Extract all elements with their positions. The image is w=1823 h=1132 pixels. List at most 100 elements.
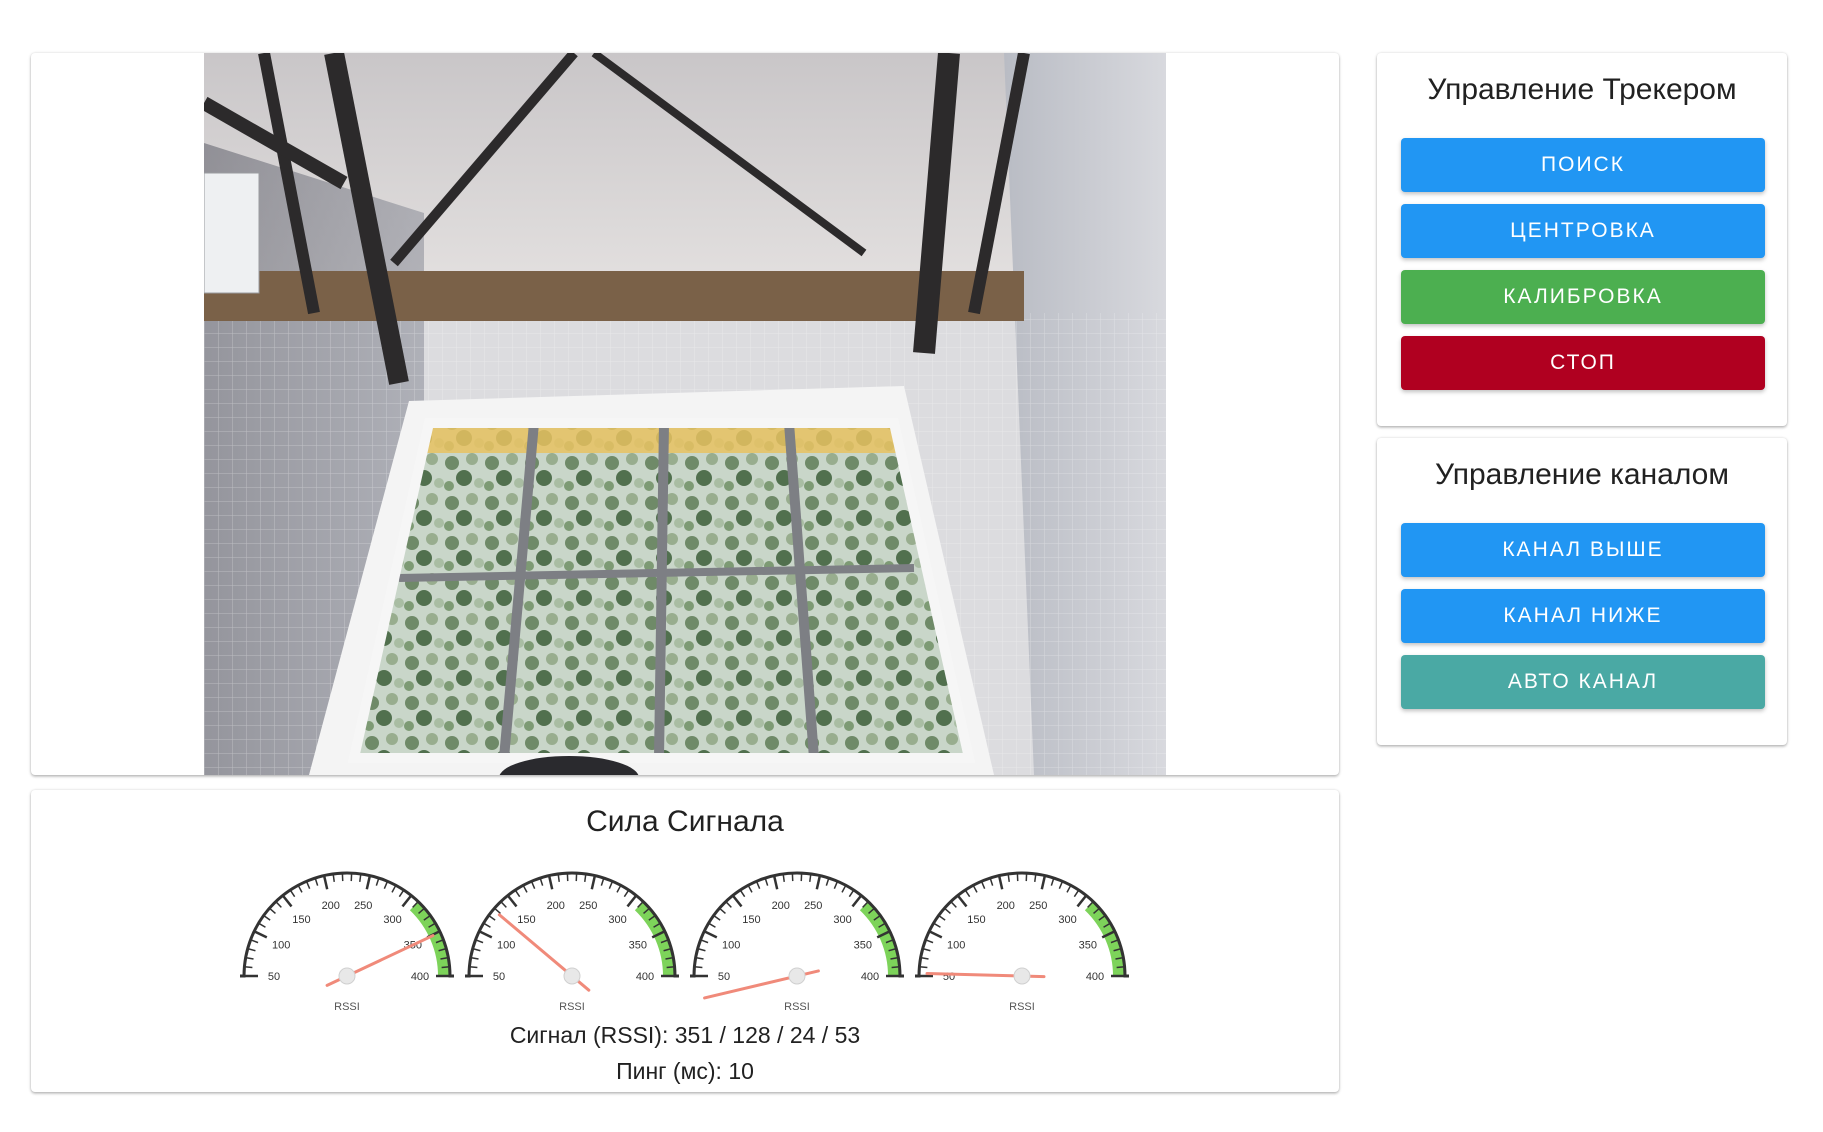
gauge-minor-tick bbox=[263, 914, 271, 921]
gauge-major-tick bbox=[401, 894, 413, 908]
gauge-minor-tick bbox=[488, 914, 496, 921]
gauge-minor-tick bbox=[616, 884, 622, 893]
gauge-minor-tick bbox=[500, 901, 507, 908]
gauge-minor-tick bbox=[268, 907, 276, 915]
gauge-pivot bbox=[1013, 967, 1031, 985]
gauge-major-tick bbox=[815, 875, 822, 890]
gauge-minor-tick bbox=[475, 939, 484, 944]
gauge-tick-label: 250 bbox=[804, 900, 822, 912]
channel-control-card: Управление каналом КАНАЛ ВЫШЕ КАНАЛ НИЖЕ… bbox=[1377, 438, 1787, 745]
auto-channel-button[interactable]: АВТО КАНАЛ bbox=[1401, 655, 1765, 709]
gauge-minor-tick bbox=[289, 889, 296, 898]
gauge-minor-tick bbox=[700, 939, 709, 944]
gauge-minor-tick bbox=[943, 907, 951, 915]
gauge-minor-tick bbox=[244, 966, 253, 969]
gauge-minor-tick bbox=[713, 914, 721, 921]
rssi-gauge: 50100150200250300350400RSSI bbox=[915, 871, 1129, 1013]
gauge-tick-label: 50 bbox=[718, 971, 730, 983]
gauge-tick-label: 300 bbox=[1058, 914, 1076, 926]
gauge-major-tick bbox=[1040, 875, 1047, 890]
gauge-tick-label: 200 bbox=[547, 900, 565, 912]
gauge-minor-tick bbox=[608, 880, 614, 889]
tracker-control-card: Управление Трекером ПОИСК ЦЕНТРОВКА КАЛИ… bbox=[1377, 53, 1787, 426]
gauge-minor-tick bbox=[557, 873, 560, 882]
gauge-tick-label: 100 bbox=[272, 939, 290, 951]
gauge-tick-label: 350 bbox=[1079, 939, 1097, 951]
gauge-tick-label: 50 bbox=[268, 971, 280, 983]
gauge-minor-tick bbox=[469, 966, 478, 969]
channel-control-title: Управление каналом bbox=[1435, 458, 1729, 491]
gauge-minor-tick bbox=[441, 966, 450, 969]
gauge-minor-tick bbox=[247, 947, 256, 952]
ping-readout: Пинг (мс): 10 bbox=[616, 1058, 754, 1084]
center-button[interactable]: ЦЕНТРОВКА bbox=[1401, 204, 1765, 258]
gauge-minor-tick bbox=[725, 901, 732, 908]
gauge-minor-tick bbox=[258, 922, 266, 928]
channel-down-button[interactable]: КАНАЛ НИЖЕ bbox=[1401, 589, 1765, 643]
gauge-minor-tick bbox=[584, 873, 587, 882]
gauge-minor-tick bbox=[493, 907, 501, 915]
gauge-minor-tick bbox=[1058, 880, 1064, 889]
gauge-tick-label: 300 bbox=[833, 914, 851, 926]
channel-up-button[interactable]: КАНАЛ ВЫШЕ bbox=[1401, 523, 1765, 577]
gauge-tick-label: 200 bbox=[322, 900, 340, 912]
gauge-major-tick bbox=[365, 875, 372, 890]
gauge-pivot bbox=[563, 967, 581, 985]
rssi-gauges-svg: 50 100 150 200 250 300 350 400 RSSI 50 100 150 200 25… bbox=[240, 871, 1129, 1013]
gauge-major-tick bbox=[626, 894, 638, 908]
gauge-minor-tick bbox=[747, 884, 753, 893]
gauge-minor-tick bbox=[275, 901, 282, 908]
gauge-minor-tick bbox=[919, 966, 928, 969]
gauge-major-tick bbox=[1076, 894, 1088, 908]
gauge-major-tick bbox=[703, 930, 718, 939]
gauge-minor-tick bbox=[391, 884, 397, 893]
gauge-unit-label: RSSI bbox=[559, 1001, 585, 1013]
gauge-major-tick bbox=[506, 894, 518, 908]
gauge-tick-label: 100 bbox=[947, 939, 965, 951]
gauge-minor-tick bbox=[514, 889, 521, 898]
gauge-major-tick bbox=[997, 875, 1004, 890]
signal-strength-title: Сила Сигнала bbox=[586, 805, 784, 838]
gauge-tick-label: 350 bbox=[629, 939, 647, 951]
gauge-unit-label: RSSI bbox=[1009, 1001, 1035, 1013]
gauge-tick-label: 400 bbox=[411, 971, 429, 983]
rssi-gauges: 50 100 150 200 250 300 350 400 RSSI 50 100 150 200 25… bbox=[31, 859, 1339, 1014]
gauge-major-tick bbox=[851, 894, 863, 908]
gauge-tick-label: 400 bbox=[636, 971, 654, 983]
gauge-minor-tick bbox=[922, 947, 931, 952]
gauge-minor-tick bbox=[1066, 884, 1072, 893]
gauge-major-tick bbox=[956, 894, 968, 908]
gauge-tick-label: 150 bbox=[292, 914, 310, 926]
search-button[interactable]: ПОИСК bbox=[1401, 138, 1765, 192]
gauge-minor-tick bbox=[938, 914, 946, 921]
gauge-major-tick bbox=[478, 930, 493, 939]
stop-button[interactable]: СТОП bbox=[1401, 336, 1765, 390]
gauge-major-tick bbox=[547, 875, 554, 890]
gauge-minor-tick bbox=[1034, 873, 1037, 882]
gauge-tick-label: 150 bbox=[967, 914, 985, 926]
gauge-major-tick bbox=[590, 875, 597, 890]
gauge-tick-label: 400 bbox=[861, 971, 879, 983]
gauge-arc bbox=[240, 871, 454, 978]
calibrate-button[interactable]: КАЛИБРОВКА bbox=[1401, 270, 1765, 324]
gauge-minor-tick bbox=[694, 966, 703, 969]
gauge-minor-tick bbox=[359, 873, 362, 882]
tracker-control-title: Управление Трекером bbox=[1427, 73, 1737, 106]
rssi-gauge: 50100150200250300350400RSSI bbox=[465, 871, 679, 1013]
gauge-arc bbox=[690, 871, 904, 978]
gauge-unit-label: RSSI bbox=[334, 1001, 360, 1013]
gauge-minor-tick bbox=[666, 966, 675, 969]
gauge-tick-label: 150 bbox=[742, 914, 760, 926]
gauge-minor-tick bbox=[1007, 873, 1010, 882]
gauge-tick-label: 150 bbox=[517, 914, 535, 926]
gauge-major-tick bbox=[281, 894, 293, 908]
gauge-minor-tick bbox=[964, 889, 971, 898]
gauge-minor-tick bbox=[483, 922, 491, 928]
gauge-tick-label: 350 bbox=[854, 939, 872, 951]
camera-feed-image bbox=[204, 53, 1166, 775]
gauge-minor-tick bbox=[972, 884, 978, 893]
gauge-minor-tick bbox=[718, 907, 726, 915]
gauge-minor-tick bbox=[950, 901, 957, 908]
gauge-major-tick bbox=[253, 930, 268, 939]
gauge-unit-label: RSSI bbox=[784, 1001, 810, 1013]
